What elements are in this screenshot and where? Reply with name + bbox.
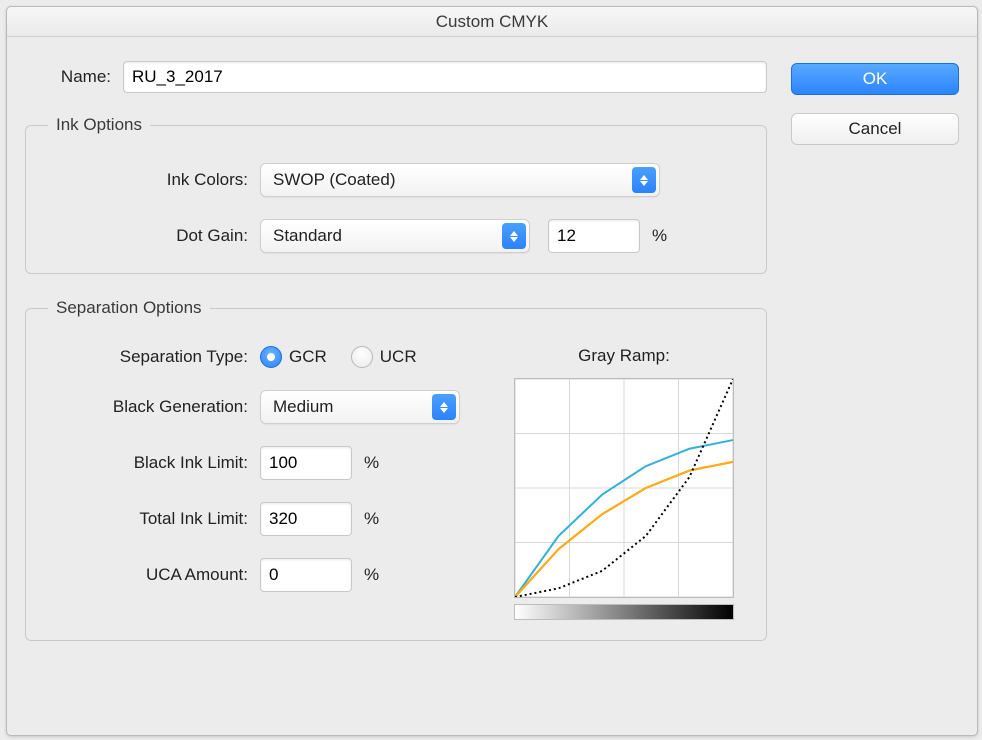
dialog-content: Name: Ink Options Ink Colors: SWOP (Coat… <box>7 37 977 681</box>
dialog-right: OK Cancel <box>791 61 959 665</box>
name-row: Name: <box>25 61 767 93</box>
dot-gain-label: Dot Gain: <box>48 226 248 246</box>
black-ink-limit-label: Black Ink Limit: <box>48 453 248 473</box>
gray-ramp-panel: Gray Ramp: <box>504 346 744 620</box>
uca-amount-row: UCA Amount: % <box>48 558 482 592</box>
separation-left: Separation Type: GCR UCR Black Ge <box>48 346 482 620</box>
dot-gain-row: Dot Gain: Standard % <box>48 219 744 253</box>
dot-gain-select[interactable]: Standard <box>260 219 530 253</box>
updown-arrows-icon <box>632 167 656 193</box>
ink-colors-row: Ink Colors: SWOP (Coated) <box>48 163 744 197</box>
name-label: Name: <box>25 67 111 87</box>
total-ink-limit-label: Total Ink Limit: <box>48 509 248 529</box>
dot-gain-value: Standard <box>273 226 342 246</box>
dialog-window: Custom CMYK Name: Ink Options Ink Colors… <box>6 6 978 736</box>
percent-label: % <box>652 226 667 246</box>
updown-arrows-icon <box>502 223 526 249</box>
ink-colors-value: SWOP (Coated) <box>273 170 396 190</box>
total-ink-limit-input[interactable] <box>260 502 352 536</box>
black-generation-value: Medium <box>273 397 333 417</box>
black-generation-select[interactable]: Medium <box>260 390 460 424</box>
radio-dot-icon <box>351 346 373 368</box>
ink-colors-select[interactable]: SWOP (Coated) <box>260 163 660 197</box>
ink-options-group: Ink Options Ink Colors: SWOP (Coated) Do… <box>25 115 767 274</box>
percent-label: % <box>364 565 379 585</box>
radio-gcr-label: GCR <box>289 347 327 367</box>
radio-ucr[interactable]: UCR <box>351 346 417 368</box>
uca-amount-label: UCA Amount: <box>48 565 248 585</box>
black-ink-limit-input[interactable] <box>260 446 352 480</box>
percent-label: % <box>364 509 379 529</box>
black-generation-row: Black Generation: Medium <box>48 390 482 424</box>
black-generation-label: Black Generation: <box>48 397 248 417</box>
dialog-left: Name: Ink Options Ink Colors: SWOP (Coat… <box>25 61 767 665</box>
radio-gcr[interactable]: GCR <box>260 346 327 368</box>
ok-button[interactable]: OK <box>791 63 959 95</box>
separation-type-label: Separation Type: <box>48 347 248 367</box>
black-ink-limit-row: Black Ink Limit: % <box>48 446 482 480</box>
gray-ramp-chart <box>514 378 734 598</box>
updown-arrows-icon <box>432 394 456 420</box>
radio-dot-icon <box>260 346 282 368</box>
cancel-button[interactable]: Cancel <box>791 113 959 145</box>
separation-inner: Separation Type: GCR UCR Black Ge <box>48 346 744 620</box>
percent-label: % <box>364 453 379 473</box>
name-input[interactable] <box>123 61 767 93</box>
total-ink-limit-row: Total Ink Limit: % <box>48 502 482 536</box>
uca-amount-input[interactable] <box>260 558 352 592</box>
radio-ucr-label: UCR <box>380 347 417 367</box>
separation-options-group: Separation Options Separation Type: GCR <box>25 298 767 641</box>
gray-ramp-label: Gray Ramp: <box>578 346 670 366</box>
dot-gain-amount-input[interactable] <box>548 219 640 253</box>
ink-colors-label: Ink Colors: <box>48 170 248 190</box>
separation-type-row: Separation Type: GCR UCR <box>48 346 482 368</box>
dialog-title: Custom CMYK <box>7 7 977 37</box>
gray-ramp-gradient <box>514 604 734 620</box>
separation-options-legend: Separation Options <box>48 298 210 318</box>
ink-options-legend: Ink Options <box>48 115 150 135</box>
